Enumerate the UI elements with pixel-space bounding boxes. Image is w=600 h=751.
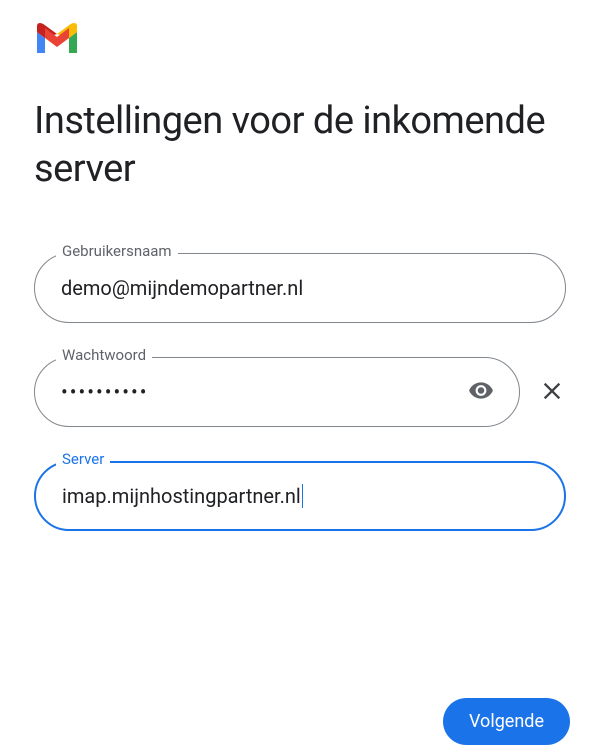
password-field-wrap: Wachtwoord	[34, 357, 566, 427]
text-cursor	[302, 484, 303, 508]
username-field-wrap: Gebruikersnaam	[34, 253, 566, 323]
password-input[interactable]	[34, 357, 520, 427]
server-field-wrap: Server imap.mijnhostingpartner.nl	[34, 461, 566, 531]
form-container: Gebruikersnaam Wachtwoord	[34, 253, 566, 531]
eye-icon	[468, 378, 494, 407]
gmail-logo	[34, 22, 600, 60]
next-button[interactable]: Volgende	[443, 698, 570, 745]
password-label: Wachtwoord	[56, 346, 152, 364]
username-label: Gebruikersnaam	[56, 242, 178, 260]
clear-password-button[interactable]	[538, 376, 566, 409]
show-password-button[interactable]	[464, 374, 498, 411]
close-icon	[541, 376, 563, 409]
page-title: Instellingen voor de inkomende server	[34, 98, 600, 193]
server-value: imap.mijnhostingpartner.nl	[62, 484, 301, 508]
footer: Volgende	[443, 698, 570, 745]
server-input[interactable]: imap.mijnhostingpartner.nl	[34, 461, 566, 531]
username-input[interactable]	[34, 253, 566, 323]
server-label: Server	[56, 450, 110, 468]
